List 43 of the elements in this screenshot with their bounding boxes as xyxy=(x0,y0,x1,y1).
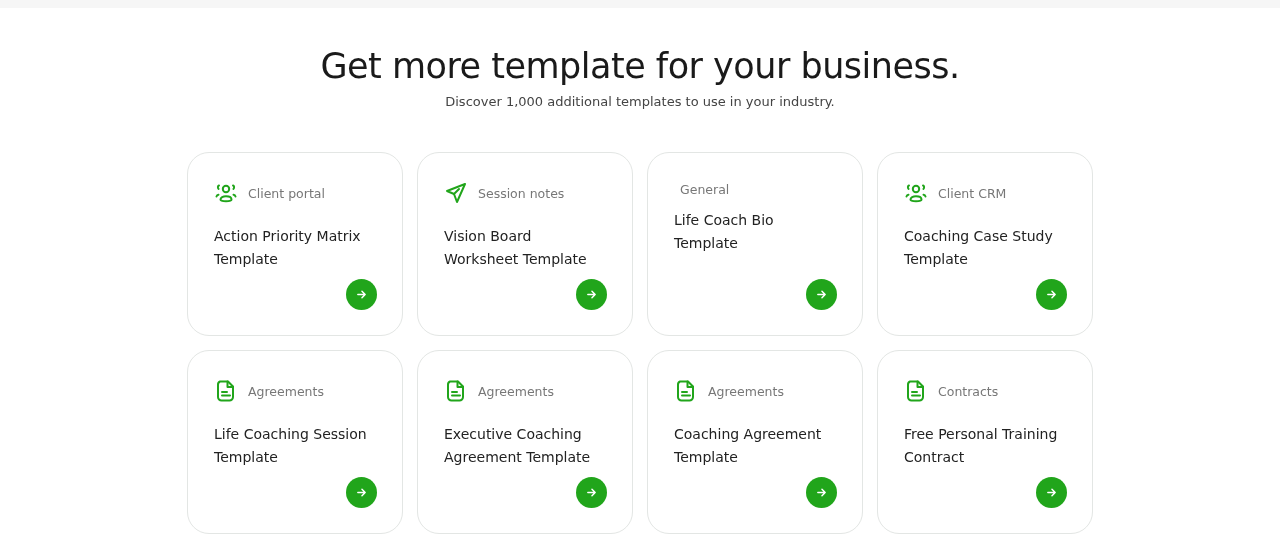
arrow-right-icon xyxy=(586,289,597,300)
card-title: Coaching Agreement Template xyxy=(674,425,823,467)
arrow-button[interactable] xyxy=(346,477,377,508)
card-title: Executive Coaching Agreement Template xyxy=(444,425,592,467)
card-title: Coaching Case Study Template xyxy=(904,227,1054,269)
card-title: Life Coach Bio Template xyxy=(674,211,775,253)
arrow-button[interactable] xyxy=(576,279,607,310)
template-card[interactable]: Agreements Life Coaching Session Template xyxy=(187,350,403,534)
template-card[interactable]: General Life Coach Bio Template xyxy=(647,152,863,336)
template-card[interactable]: Contracts Free Personal Training Contract xyxy=(877,350,1093,534)
template-card[interactable]: Agreements Coaching Agreement Template xyxy=(647,350,863,534)
arrow-button[interactable] xyxy=(1036,279,1067,310)
card-category: Client portal xyxy=(248,185,325,201)
card-title: Action Priority Matrix Template xyxy=(214,227,362,269)
card-category: Session notes xyxy=(478,185,565,201)
arrow-right-icon xyxy=(816,487,827,498)
page-heading: Get more template for your business. xyxy=(320,46,960,86)
card-category: General xyxy=(680,181,730,197)
arrow-button[interactable] xyxy=(346,279,377,310)
arrow-button[interactable] xyxy=(576,477,607,508)
template-card[interactable]: Client portal Action Priority Matrix Template xyxy=(187,152,403,336)
card-category: Agreements xyxy=(708,383,784,399)
card-category: Client CRM xyxy=(938,185,1007,201)
arrow-right-icon xyxy=(356,487,367,498)
arrow-button[interactable] xyxy=(1036,477,1067,508)
card-category: Contracts xyxy=(938,383,999,399)
arrow-button[interactable] xyxy=(806,477,837,508)
arrow-button[interactable] xyxy=(806,279,837,310)
card-title: Life Coaching Session Template xyxy=(214,425,368,467)
arrow-right-icon xyxy=(1046,289,1057,300)
send-icon xyxy=(444,181,468,205)
template-card[interactable]: Agreements Executive Coaching Agreement Template xyxy=(417,350,633,534)
arrow-right-icon xyxy=(816,289,827,300)
template-card[interactable]: Client CRM Coaching Case Study Template xyxy=(877,152,1093,336)
arrow-right-icon xyxy=(586,487,597,498)
arrow-right-icon xyxy=(1046,487,1057,498)
card-category: Agreements xyxy=(478,383,554,399)
card-title: Free Personal Training Contract xyxy=(904,425,1059,467)
template-card[interactable]: Session notes Vision Board Worksheet Template xyxy=(417,152,633,336)
card-category: Agreements xyxy=(248,383,324,399)
arrow-right-icon xyxy=(356,289,367,300)
card-title: Vision Board Worksheet Template xyxy=(444,227,588,269)
page-subheading: Discover 1,000 additional templates to use in your industry. xyxy=(445,94,835,109)
